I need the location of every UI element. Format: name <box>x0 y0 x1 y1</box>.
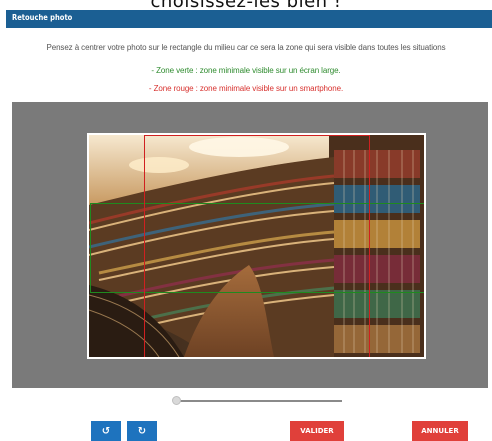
rotate-left-button[interactable]: ↺ <box>91 421 121 441</box>
cancel-button[interactable]: ANNULER <box>412 421 468 441</box>
rotate-left-icon: ↺ <box>101 425 111 437</box>
photo-preview[interactable] <box>87 133 426 359</box>
dialog-title: Retouche photo <box>12 13 73 22</box>
dialog-title-bar: Retouche photo <box>6 10 492 28</box>
green-zone-legend: - Zone verte : zone minimale visible sur… <box>151 66 341 75</box>
instruction-text: Pensez à centrer votre photo sur le rect… <box>46 43 446 52</box>
validate-button[interactable]: VALIDER <box>290 421 344 441</box>
crop-editor-area <box>12 102 488 388</box>
rotate-right-button[interactable]: ↻ <box>127 421 157 441</box>
zoom-slider-track[interactable] <box>176 400 342 402</box>
zoom-slider-thumb[interactable] <box>172 396 181 405</box>
rotate-right-icon: ↻ <box>137 425 147 437</box>
red-crop-zone <box>144 135 370 357</box>
zoom-slider[interactable] <box>172 395 342 407</box>
red-zone-legend: - Zone rouge : zone minimale visible sur… <box>148 84 344 93</box>
